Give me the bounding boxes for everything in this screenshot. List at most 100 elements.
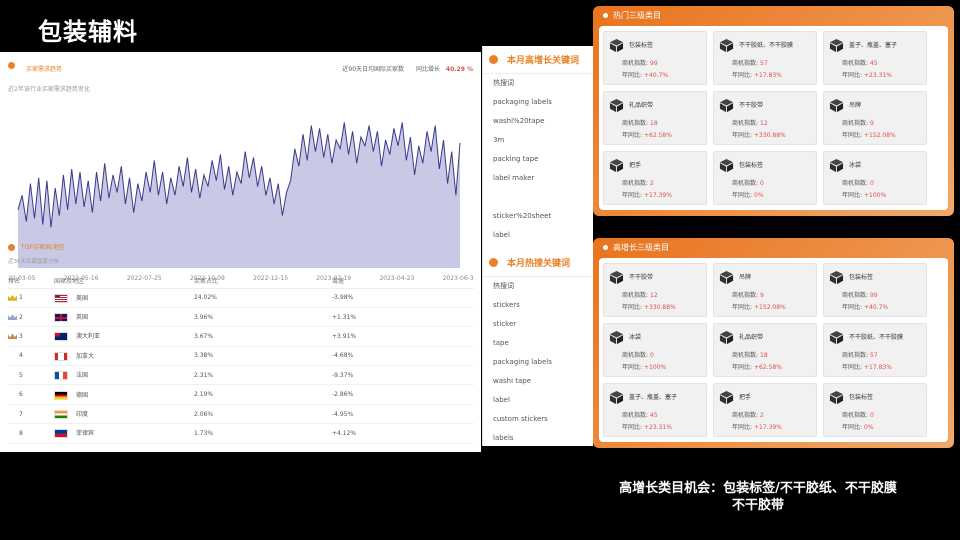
- index-value: 99: [870, 292, 878, 299]
- keyword-item[interactable]: tape: [493, 334, 593, 353]
- category-card[interactable]: 包装标签 商机指数: 0 年同比: 0%: [823, 383, 927, 437]
- growth-keywords-panel: 本月高增长关键词 热搜词 packaging labels washi%20ta…: [482, 46, 593, 249]
- keyword-item[interactable]: [493, 188, 593, 207]
- keyword-item[interactable]: washi tape: [493, 372, 593, 391]
- keyword-item[interactable]: label: [493, 226, 593, 245]
- yoy-row: 年同比: 0%: [842, 422, 874, 431]
- category-card[interactable]: 不干胶纸、不干胶膜 商机指数: 57 年同比: +17.83%: [713, 31, 817, 85]
- keyword-item[interactable]: packaging labels: [493, 93, 593, 112]
- category-card[interactable]: 吊牌 商机指数: 9 年同比: +152.08%: [713, 263, 817, 317]
- keyword-item[interactable]: labels: [493, 429, 593, 448]
- index-label: 商机指数:: [842, 352, 869, 359]
- trend-title: 买家需求趋势: [26, 66, 63, 73]
- rank: 3: [19, 332, 23, 340]
- category-card[interactable]: 吊牌 商机指数: 9 年同比: +152.08%: [823, 91, 927, 145]
- keyword-item[interactable]: sticker%20sheet: [493, 207, 593, 226]
- index-label: 商机指数:: [842, 412, 869, 419]
- index-value: 18: [650, 120, 658, 127]
- index-row: 商机指数: 12: [732, 118, 768, 127]
- category-card[interactable]: 盖子、瓶盖、塞子 商机指数: 45 年同比: +23.31%: [823, 31, 927, 85]
- growth-keywords-header: 本月高增长关键词: [483, 46, 593, 74]
- category-card[interactable]: 不干胶纸、不干胶膜 商机指数: 57 年同比: +17.83%: [823, 323, 927, 377]
- keyword-item[interactable]: sticker: [493, 315, 593, 334]
- trend-area-chart: 2022-03-052022-05-162022-07-252022-10-09…: [8, 122, 474, 282]
- conclusion-line-1: 高增长类目机会：包装标签/不干胶纸、不干胶膜: [619, 481, 897, 496]
- category-card[interactable]: 不干胶带 商机指数: 12 年同比: +330.88%: [603, 263, 707, 317]
- keyword-item[interactable]: packing tape: [493, 150, 593, 169]
- growth-categories-grid: 不干胶带 商机指数: 12 年同比: +330.88% 吊牌 商机指数: 9 年同比: +152.…: [599, 258, 948, 442]
- keyword-item[interactable]: label maker: [493, 169, 593, 188]
- category-name: 盖子、瓶盖、塞子: [629, 394, 678, 401]
- yoy-row: 年同比: +62.58%: [732, 362, 782, 371]
- keyword-item[interactable]: custom stickers: [493, 410, 593, 429]
- table-row: 4 加拿大 3.38% -4.68%: [8, 346, 474, 367]
- share: 3.67%: [194, 326, 332, 347]
- trend-area-fill: [18, 122, 460, 268]
- category-card[interactable]: 盖子、瓶盖、塞子 商机指数: 45 年同比: +23.31%: [603, 383, 707, 437]
- box-icon: [829, 158, 844, 173]
- box-icon: [829, 390, 844, 405]
- keyword-item[interactable]: packaging labels: [493, 353, 593, 372]
- hot-categories-grid: 包装标签 商机指数: 99 年同比: +40.7% 不干胶纸、不干胶膜 商机指数: 57 年同比…: [599, 26, 948, 210]
- yoy-value: +23.31%: [864, 72, 892, 79]
- table-row: 7 印度 2.06% -4.95%: [8, 404, 474, 425]
- yoy-value: +330.88%: [644, 304, 676, 311]
- country: 加拿大: [76, 352, 95, 360]
- yoy-row: 年同比: +23.31%: [842, 70, 892, 79]
- keyword-item[interactable]: washi%20tape: [493, 112, 593, 131]
- category-card[interactable]: 包装标签 商机指数: 99 年同比: +40.7%: [603, 31, 707, 85]
- index-row: 商机指数: 0: [842, 410, 874, 419]
- keyword-item[interactable]: 3m: [493, 131, 593, 150]
- index-value: 0: [650, 352, 654, 359]
- share: 3.38%: [194, 346, 332, 367]
- share: 24.02%: [194, 288, 332, 308]
- yoy-label: 年同比:: [622, 304, 643, 311]
- yoy-label: 同比增长: [415, 66, 440, 73]
- box-icon: [829, 270, 844, 285]
- index-label: 商机指数:: [842, 292, 869, 299]
- list-item: 热搜词: [493, 282, 514, 290]
- box-icon: [829, 98, 844, 113]
- index-row: 商机指数: 2: [622, 178, 654, 187]
- index-row: 商机指数: 0: [842, 178, 874, 187]
- top-countries-subtitle: 近30天买家国家分布: [8, 259, 59, 265]
- index-value: 9: [760, 292, 764, 299]
- category-name: 包装标签: [739, 162, 764, 169]
- keyword-item[interactable]: label: [493, 391, 593, 410]
- yoy-label: 年同比:: [842, 304, 863, 311]
- category-card[interactable]: 冰袋 商机指数: 0 年同比: +100%: [823, 151, 927, 205]
- index-label: 商机指数:: [732, 60, 759, 67]
- rank: 4: [8, 346, 54, 367]
- category-card[interactable]: 不干胶带 商机指数: 12 年同比: +330.88%: [713, 91, 817, 145]
- category-name: 冰袋: [629, 334, 642, 341]
- rank: 7: [8, 404, 54, 425]
- yoy-value: +62.58%: [754, 364, 782, 371]
- conclusion-text: 高增长类目机会：包装标签/不干胶纸、不干胶膜 不干胶带: [598, 480, 918, 514]
- hot-keywords-header: 本月热搜关键词: [483, 249, 593, 277]
- category-card[interactable]: 包装标签 商机指数: 0 年同比: 0%: [713, 151, 817, 205]
- index-label: 商机指数:: [842, 120, 869, 127]
- yoy-row: 年同比: +330.88%: [732, 130, 786, 139]
- category-name: 包装标签: [849, 274, 874, 281]
- category-card[interactable]: 礼品织带 商机指数: 18 年同比: +62.58%: [713, 323, 817, 377]
- table-row: 8 菲律宾 1.73% +4.12%: [8, 423, 474, 444]
- yoy-value: +40.7%: [644, 72, 669, 79]
- col-share: 买家占比: [194, 274, 332, 289]
- yoy-row: 年同比: +17.83%: [842, 362, 892, 371]
- category-card[interactable]: 把手 商机指数: 2 年同比: +17.39%: [603, 151, 707, 205]
- category-card[interactable]: 冰袋 商机指数: 0 年同比: +100%: [603, 323, 707, 377]
- share: 2.31%: [194, 365, 332, 386]
- category-card[interactable]: 把手 商机指数: 2 年同比: +17.39%: [713, 383, 817, 437]
- yoy-row: 年同比: +17.39%: [732, 422, 782, 431]
- yoy-row: 年同比: +152.08%: [842, 130, 896, 139]
- rank: 2: [19, 313, 23, 321]
- index-label: 商机指数:: [622, 352, 649, 359]
- index-row: 商机指数: 99: [842, 290, 878, 299]
- yoy-value: 40.29 %: [445, 66, 473, 73]
- keyword-item[interactable]: stickers: [493, 296, 593, 315]
- category-card[interactable]: 包装标签 商机指数: 99 年同比: +40.7%: [823, 263, 927, 317]
- category-card[interactable]: 礼品织带 商机指数: 18 年同比: +62.58%: [603, 91, 707, 145]
- box-icon: [609, 270, 624, 285]
- yoy-label: 年同比:: [732, 132, 753, 139]
- de-flag-icon: [54, 390, 68, 400]
